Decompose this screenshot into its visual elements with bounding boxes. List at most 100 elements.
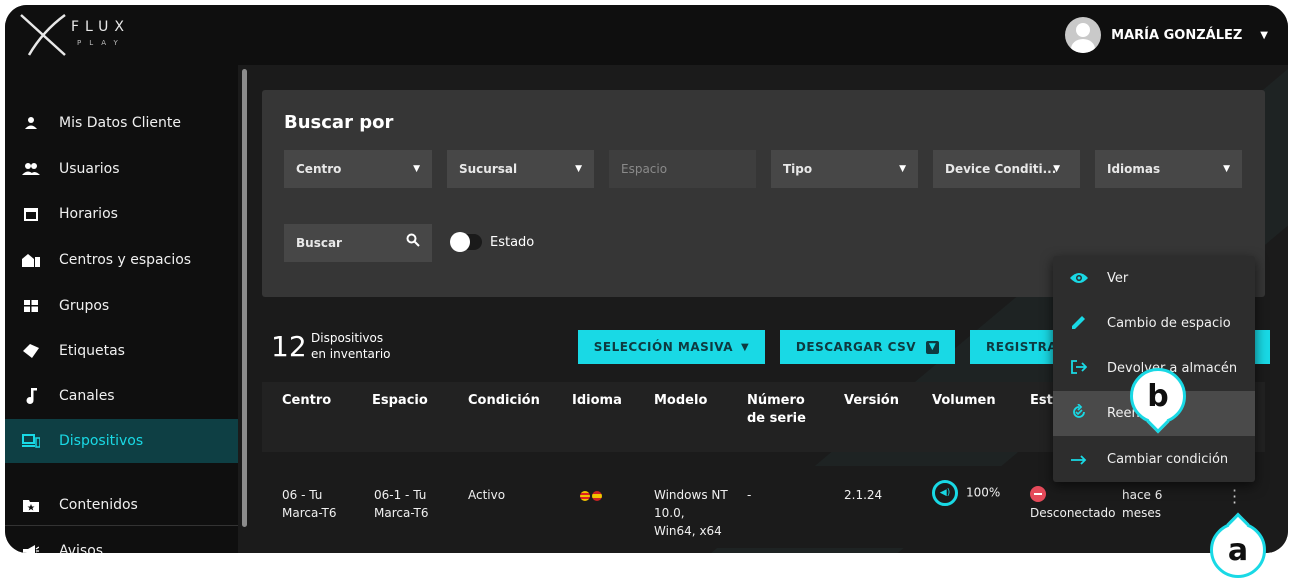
sidebar-item-canales[interactable]: Canales	[5, 374, 238, 418]
download-csv-button[interactable]: DESCARGAR CSV ▼	[780, 330, 955, 364]
sidebar-item-label: Dispositivos	[59, 433, 144, 449]
sidebar-item-label: Grupos	[59, 298, 110, 314]
chevron-down-icon: ▼	[1260, 29, 1268, 41]
chevron-down-icon: ▼	[413, 164, 420, 174]
filter-placeholder: Espacio	[621, 162, 668, 176]
device-count-number: 12	[271, 330, 307, 363]
filter-sucursal[interactable]: Sucursal ▼	[447, 150, 594, 188]
chevron-down-icon: ▼	[1053, 164, 1060, 174]
bulk-select-button[interactable]: SELECCIÓN MASIVA ▼	[578, 330, 765, 364]
callout-a: a	[1210, 512, 1266, 578]
spain-flag-icon	[592, 490, 602, 501]
catalan-flag-icon	[580, 490, 590, 501]
cell-serie: -	[747, 488, 752, 502]
callout-letter: a	[1227, 532, 1249, 568]
folder-star-icon	[21, 496, 41, 514]
menu-item-cambio-espacio[interactable]: Cambio de espacio	[1053, 301, 1255, 346]
logo-word: FLUX	[71, 19, 130, 35]
sidebar-item-contenidos[interactable]: Contenidos	[5, 483, 238, 527]
flux-x-icon	[20, 13, 66, 56]
sidebar-item-label: Usuarios	[59, 161, 120, 177]
estado-toggle[interactable]	[450, 232, 482, 252]
filter-label: Device Conditi...	[945, 162, 1057, 176]
col-modelo[interactable]: Modelo	[654, 392, 707, 410]
filter-label: Tipo	[783, 162, 813, 176]
avatar	[1065, 17, 1102, 53]
menu-item-label: Cambio de espacio	[1107, 316, 1231, 331]
filter-label: Centro	[296, 162, 342, 176]
filter-label: Sucursal	[459, 162, 518, 176]
download-icon: ▼	[926, 340, 940, 354]
sidebar-item-horarios[interactable]: Horarios	[5, 192, 238, 236]
top-bar: FLUX PLAY MARÍA GONZÁLEZ ▼	[5, 5, 1288, 65]
menu-item-cambiar-condicion[interactable]: Cambiar condición	[1053, 437, 1255, 482]
user-menu[interactable]: MARÍA GONZÁLEZ ▼	[1065, 15, 1268, 55]
chevron-down-icon: ▼	[575, 164, 582, 174]
bulk-select-label: SELECCIÓN MASIVA	[593, 340, 734, 354]
chevron-down-icon: ▼	[899, 164, 906, 174]
cell-centro: 06 - Tu Marca-T6	[282, 488, 337, 520]
search-input[interactable]: Buscar	[284, 224, 432, 262]
cell-estado: Desconectado	[1030, 486, 1115, 522]
people-icon	[21, 160, 41, 178]
grid-icon	[21, 297, 41, 315]
cell-modelo: Windows NT 10.0, Win64, x64	[654, 488, 728, 538]
person-icon	[21, 114, 41, 132]
count-label-line2: en inventario	[311, 347, 391, 361]
sidebar-item-label: Mis Datos Cliente	[59, 115, 182, 131]
col-idioma[interactable]: Idioma	[572, 392, 622, 410]
cell-idioma	[580, 486, 604, 504]
col-condicion[interactable]: Condición	[468, 392, 540, 410]
sidebar-item-avisos[interactable]: Avisos	[5, 529, 238, 553]
cell-ultima-conexion: hace 6 meses	[1122, 488, 1163, 520]
refresh-icon	[1069, 402, 1089, 424]
disconnected-icon	[1030, 486, 1046, 502]
sidebar-item-label: Centros y espacios	[59, 252, 192, 268]
callout-letter: b	[1147, 378, 1169, 414]
megaphone-icon	[21, 542, 41, 553]
count-label-line1: Dispositivos	[311, 331, 384, 345]
sidebar: Mis Datos Cliente Usuarios Horarios Cent…	[5, 65, 238, 553]
col-volumen[interactable]: Volumen	[932, 392, 996, 410]
cell-espacio: 06-1 - Tu Marca-T6	[374, 488, 429, 520]
cell-version: 2.1.24	[844, 488, 883, 502]
estado-label: Estado	[490, 235, 535, 250]
chevron-down-icon: ▼	[741, 341, 750, 353]
toggle-knob	[450, 232, 470, 252]
sidebar-item-grupos[interactable]: Grupos	[5, 284, 238, 328]
music-note-icon	[21, 387, 41, 405]
eye-icon	[1069, 270, 1089, 288]
col-version[interactable]: Versión	[844, 392, 899, 410]
sidebar-item-centros[interactable]: Centros y espacios	[5, 238, 238, 282]
volume-icon[interactable]: ◀)	[932, 480, 958, 506]
callout-b: b	[1130, 368, 1186, 434]
chevron-down-icon: ▼	[1223, 164, 1230, 174]
user-name: MARÍA GONZÁLEZ	[1111, 27, 1243, 43]
download-csv-label: DESCARGAR CSV	[795, 340, 917, 354]
sidebar-item-dispositivos[interactable]: Dispositivos	[5, 419, 238, 463]
filter-device-condition[interactable]: Device Conditi... ▼	[933, 150, 1080, 188]
filter-centro[interactable]: Centro ▼	[284, 150, 432, 188]
filter-idiomas[interactable]: Idiomas ▼	[1095, 150, 1242, 188]
sidebar-scrollbar[interactable]	[242, 69, 247, 527]
cell-condicion: Activo	[468, 488, 506, 502]
sidebar-item-label: Horarios	[59, 206, 118, 222]
filter-tipo[interactable]: Tipo ▼	[771, 150, 918, 188]
search-icon[interactable]	[406, 233, 420, 247]
sidebar-item-usuarios[interactable]: Usuarios	[5, 147, 238, 191]
menu-item-ver[interactable]: Ver	[1053, 256, 1255, 301]
pencil-icon	[1069, 315, 1089, 333]
sidebar-item-etiquetas[interactable]: Etiquetas	[5, 329, 238, 373]
col-centro[interactable]: Centro	[282, 392, 331, 410]
logo-sub: PLAY	[77, 39, 126, 47]
col-espacio[interactable]: Espacio	[372, 392, 428, 410]
sidebar-item-mis-datos[interactable]: Mis Datos Cliente	[5, 101, 238, 145]
tag-icon	[21, 342, 41, 360]
more-options-icon[interactable]: · · ·	[1232, 483, 1237, 511]
arrow-right-icon	[1069, 451, 1089, 469]
filter-espacio-input[interactable]: Espacio	[609, 150, 756, 188]
sidebar-item-label: Contenidos	[59, 497, 138, 513]
menu-item-label: Ver	[1107, 271, 1129, 286]
col-numero-serie[interactable]: Número de serie	[747, 392, 817, 428]
filter-label: Idiomas	[1107, 162, 1161, 176]
